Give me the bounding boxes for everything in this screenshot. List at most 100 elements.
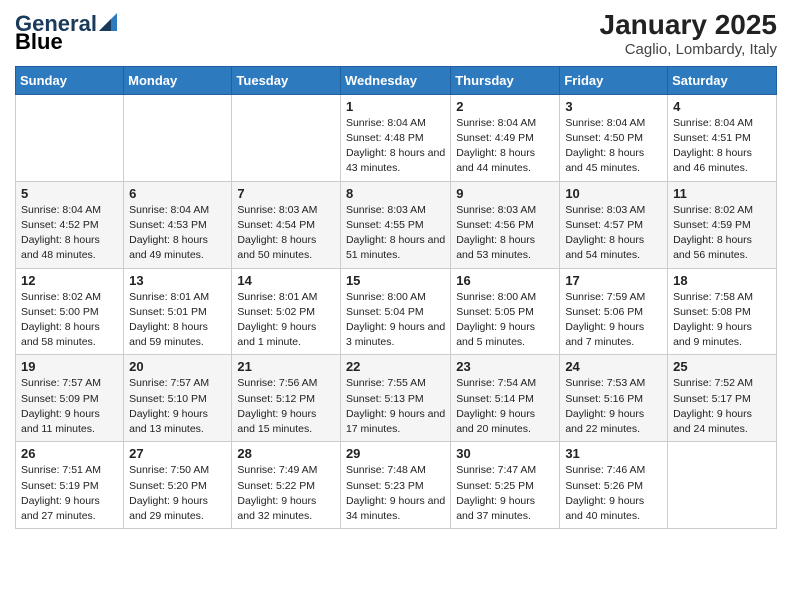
calendar-week-row: 5 Sunrise: 8:04 AM Sunset: 4:52 PM Daylig… — [16, 181, 777, 268]
day-of-week-header: Tuesday — [232, 66, 341, 94]
calendar-cell: 20 Sunrise: 7:57 AM Sunset: 5:10 PM Dayli… — [124, 355, 232, 442]
calendar-cell: 6 Sunrise: 8:04 AM Sunset: 4:53 PM Daylig… — [124, 181, 232, 268]
day-number: 4 — [673, 99, 771, 114]
calendar-header-row: SundayMondayTuesdayWednesdayThursdayFrid… — [16, 66, 777, 94]
day-number: 30 — [456, 446, 554, 461]
day-number: 20 — [129, 359, 226, 374]
day-info: Sunrise: 8:04 AM Sunset: 4:51 PM Dayligh… — [673, 116, 771, 177]
day-of-week-header: Saturday — [668, 66, 777, 94]
calendar-cell: 2Sunrise: 8:04 AM Sunset: 4:49 PM Daylig… — [451, 94, 560, 181]
calendar-cell: 29Sunrise: 7:48 AM Sunset: 5:23 PM Dayli… — [340, 442, 450, 529]
logo-icon — [99, 13, 117, 31]
day-number: 13 — [129, 273, 226, 288]
calendar-cell: 3Sunrise: 8:04 AM Sunset: 4:50 PM Daylig… — [560, 94, 668, 181]
day-of-week-header: Wednesday — [340, 66, 450, 94]
day-of-week-header: Monday — [124, 66, 232, 94]
calendar-cell: 9Sunrise: 8:03 AM Sunset: 4:56 PM Daylig… — [451, 181, 560, 268]
day-info: Sunrise: 7:56 AM Sunset: 5:12 PM Dayligh… — [237, 376, 335, 437]
month-year: January 2025 — [600, 10, 777, 41]
day-of-week-header: Friday — [560, 66, 668, 94]
calendar: SundayMondayTuesdayWednesdayThursdayFrid… — [15, 66, 777, 529]
calendar-cell — [16, 94, 124, 181]
logo: General Blue — [15, 13, 117, 55]
day-number: 22 — [346, 359, 445, 374]
calendar-cell: 11Sunrise: 8:02 AM Sunset: 4:59 PM Dayli… — [668, 181, 777, 268]
calendar-cell: 18Sunrise: 7:58 AM Sunset: 5:08 PM Dayli… — [668, 268, 777, 355]
day-number: 16 — [456, 273, 554, 288]
calendar-cell — [232, 94, 341, 181]
day-info: Sunrise: 7:47 AM Sunset: 5:25 PM Dayligh… — [456, 463, 554, 524]
calendar-cell: 24 Sunrise: 7:53 AM Sunset: 5:16 PM Dayli… — [560, 355, 668, 442]
day-number: 24 — [565, 359, 662, 374]
day-number: 17 — [565, 273, 662, 288]
day-info: Sunrise: 8:03 AM Sunset: 4:57 PM Dayligh… — [565, 203, 662, 264]
calendar-cell: 15 Sunrise: 8:00 AM Sunset: 5:04 PM Dayli… — [340, 268, 450, 355]
day-info: Sunrise: 7:49 AM Sunset: 5:22 PM Dayligh… — [237, 463, 335, 524]
day-info: Sunrise: 7:54 AM Sunset: 5:14 PM Dayligh… — [456, 376, 554, 437]
calendar-cell: 7Sunrise: 8:03 AM Sunset: 4:54 PM Daylig… — [232, 181, 341, 268]
day-info: Sunrise: 8:04 AM Sunset: 4:48 PM Dayligh… — [346, 116, 445, 177]
day-number: 26 — [21, 446, 118, 461]
day-number: 15 — [346, 273, 445, 288]
calendar-cell: 25Sunrise: 7:52 AM Sunset: 5:17 PM Dayli… — [668, 355, 777, 442]
day-info: Sunrise: 8:04 AM Sunset: 4:53 PM Dayligh… — [129, 203, 226, 264]
day-number: 2 — [456, 99, 554, 114]
calendar-cell: 10 Sunrise: 8:03 AM Sunset: 4:57 PM Dayli… — [560, 181, 668, 268]
day-info: Sunrise: 7:46 AM Sunset: 5:26 PM Dayligh… — [565, 463, 662, 524]
calendar-cell: 28 Sunrise: 7:49 AM Sunset: 5:22 PM Dayli… — [232, 442, 341, 529]
title-block: January 2025 Caglio, Lombardy, Italy — [600, 10, 777, 58]
calendar-cell: 14 Sunrise: 8:01 AM Sunset: 5:02 PM Dayli… — [232, 268, 341, 355]
day-info: Sunrise: 8:01 AM Sunset: 5:02 PM Dayligh… — [237, 290, 335, 351]
calendar-cell: 16 Sunrise: 8:00 AM Sunset: 5:05 PM Dayli… — [451, 268, 560, 355]
day-number: 28 — [237, 446, 335, 461]
day-number: 21 — [237, 359, 335, 374]
day-info: Sunrise: 7:59 AM Sunset: 5:06 PM Dayligh… — [565, 290, 662, 351]
calendar-cell: 23 Sunrise: 7:54 AM Sunset: 5:14 PM Dayli… — [451, 355, 560, 442]
day-info: Sunrise: 8:00 AM Sunset: 5:04 PM Dayligh… — [346, 290, 445, 351]
day-info: Sunrise: 8:03 AM Sunset: 4:55 PM Dayligh… — [346, 203, 445, 264]
calendar-cell: 19Sunrise: 7:57 AM Sunset: 5:09 PM Dayli… — [16, 355, 124, 442]
day-info: Sunrise: 8:02 AM Sunset: 5:00 PM Dayligh… — [21, 290, 118, 351]
day-number: 6 — [129, 186, 226, 201]
day-number: 5 — [21, 186, 118, 201]
day-info: Sunrise: 8:00 AM Sunset: 5:05 PM Dayligh… — [456, 290, 554, 351]
calendar-week-row: 26 Sunrise: 7:51 AM Sunset: 5:19 PM Dayli… — [16, 442, 777, 529]
calendar-cell: 12Sunrise: 8:02 AM Sunset: 5:00 PM Dayli… — [16, 268, 124, 355]
day-info: Sunrise: 7:51 AM Sunset: 5:19 PM Dayligh… — [21, 463, 118, 524]
day-info: Sunrise: 8:04 AM Sunset: 4:52 PM Dayligh… — [21, 203, 118, 264]
calendar-cell: 21 Sunrise: 7:56 AM Sunset: 5:12 PM Dayli… — [232, 355, 341, 442]
calendar-cell — [668, 442, 777, 529]
day-number: 19 — [21, 359, 118, 374]
day-info: Sunrise: 8:03 AM Sunset: 4:54 PM Dayligh… — [237, 203, 335, 264]
day-info: Sunrise: 7:53 AM Sunset: 5:16 PM Dayligh… — [565, 376, 662, 437]
calendar-cell: 26 Sunrise: 7:51 AM Sunset: 5:19 PM Dayli… — [16, 442, 124, 529]
day-number: 9 — [456, 186, 554, 201]
calendar-cell: 27Sunrise: 7:50 AM Sunset: 5:20 PM Dayli… — [124, 442, 232, 529]
logo-blue-text: Blue — [15, 29, 63, 54]
day-info: Sunrise: 7:57 AM Sunset: 5:10 PM Dayligh… — [129, 376, 226, 437]
location: Caglio, Lombardy, Italy — [600, 41, 777, 58]
calendar-week-row: 19Sunrise: 7:57 AM Sunset: 5:09 PM Dayli… — [16, 355, 777, 442]
day-info: Sunrise: 7:52 AM Sunset: 5:17 PM Dayligh… — [673, 376, 771, 437]
page: General Blue January 2025 Caglio, Lombar… — [0, 0, 792, 539]
day-number: 8 — [346, 186, 445, 201]
day-number: 31 — [565, 446, 662, 461]
calendar-cell: 22 Sunrise: 7:55 AM Sunset: 5:13 PM Dayli… — [340, 355, 450, 442]
calendar-cell: 31 Sunrise: 7:46 AM Sunset: 5:26 PM Dayli… — [560, 442, 668, 529]
calendar-cell: 30 Sunrise: 7:47 AM Sunset: 5:25 PM Dayli… — [451, 442, 560, 529]
calendar-cell: 5 Sunrise: 8:04 AM Sunset: 4:52 PM Daylig… — [16, 181, 124, 268]
day-info: Sunrise: 8:01 AM Sunset: 5:01 PM Dayligh… — [129, 290, 226, 351]
calendar-cell: 8 Sunrise: 8:03 AM Sunset: 4:55 PM Daylig… — [340, 181, 450, 268]
calendar-cell: 4 Sunrise: 8:04 AM Sunset: 4:51 PM Daylig… — [668, 94, 777, 181]
day-of-week-header: Sunday — [16, 66, 124, 94]
day-info: Sunrise: 8:04 AM Sunset: 4:50 PM Dayligh… — [565, 116, 662, 177]
day-number: 29 — [346, 446, 445, 461]
day-number: 23 — [456, 359, 554, 374]
day-number: 10 — [565, 186, 662, 201]
day-number: 14 — [237, 273, 335, 288]
day-number: 11 — [673, 186, 771, 201]
day-of-week-header: Thursday — [451, 66, 560, 94]
day-info: Sunrise: 7:55 AM Sunset: 5:13 PM Dayligh… — [346, 376, 445, 437]
day-number: 1 — [346, 99, 445, 114]
calendar-cell: 17 Sunrise: 7:59 AM Sunset: 5:06 PM Dayli… — [560, 268, 668, 355]
